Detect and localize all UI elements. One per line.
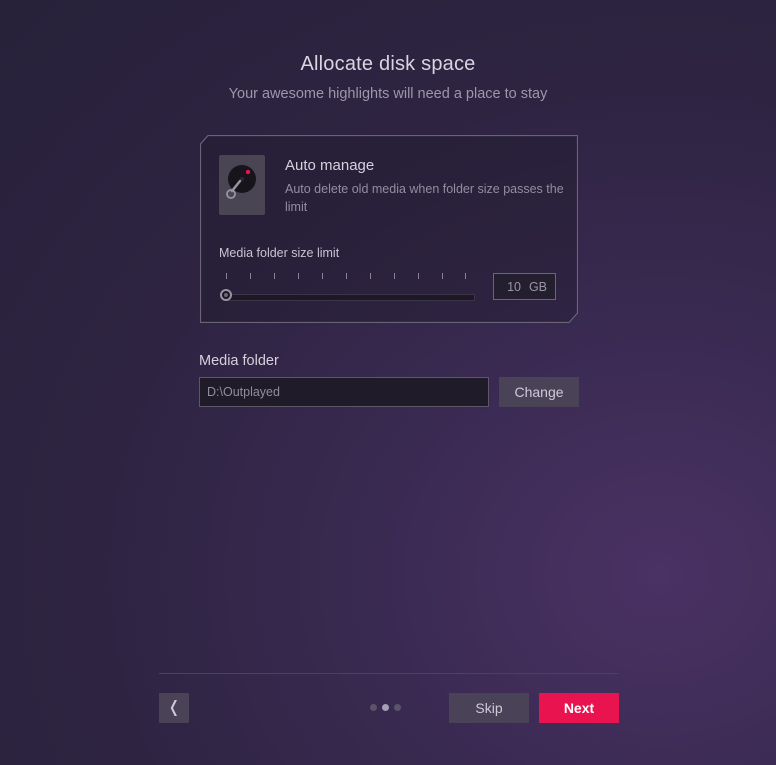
- media-folder-label: Media folder: [199, 353, 279, 369]
- change-folder-button[interactable]: Change: [499, 377, 579, 407]
- page-dot-active: [382, 704, 389, 711]
- page-title: Allocate disk space: [300, 53, 476, 75]
- hard-disk-icon: [219, 155, 265, 215]
- media-folder-path-field[interactable]: D:\Outplayed: [199, 377, 489, 407]
- slider-tick: [250, 273, 251, 279]
- auto-manage-card: Auto manage Auto delete old media when f…: [200, 135, 578, 323]
- skip-button[interactable]: Skip: [449, 693, 529, 723]
- size-limit-slider-thumb[interactable]: [220, 289, 232, 301]
- slider-tick: [298, 273, 299, 279]
- auto-manage-title: Auto manage: [285, 157, 375, 174]
- slider-tick: [418, 273, 419, 279]
- size-limit-unit: GB: [528, 280, 547, 294]
- chevron-left-icon: ❬: [167, 699, 181, 716]
- size-limit-input[interactable]: 10 GB: [493, 273, 556, 300]
- slider-tick: [226, 273, 227, 279]
- next-button[interactable]: Next: [539, 693, 619, 723]
- slider-tick: [274, 273, 275, 279]
- size-limit-slider-track[interactable]: [226, 294, 475, 301]
- slider-tick: [370, 273, 371, 279]
- slider-tick: [322, 273, 323, 279]
- page-dot: [370, 704, 377, 711]
- page-subtitle: Your awesome highlights will need a plac…: [228, 86, 548, 102]
- auto-manage-description: Auto delete old media when folder size p…: [285, 182, 564, 214]
- size-limit-value: 10: [507, 280, 521, 294]
- back-button[interactable]: ❬: [159, 693, 189, 723]
- size-limit-label: Media folder size limit: [219, 246, 340, 260]
- footer-divider: [159, 673, 619, 674]
- slider-tick: [394, 273, 395, 279]
- slider-tick: [465, 273, 466, 279]
- page-dot: [394, 704, 401, 711]
- slider-tick: [346, 273, 347, 279]
- slider-tick: [442, 273, 443, 279]
- slider-ticks: [226, 273, 466, 281]
